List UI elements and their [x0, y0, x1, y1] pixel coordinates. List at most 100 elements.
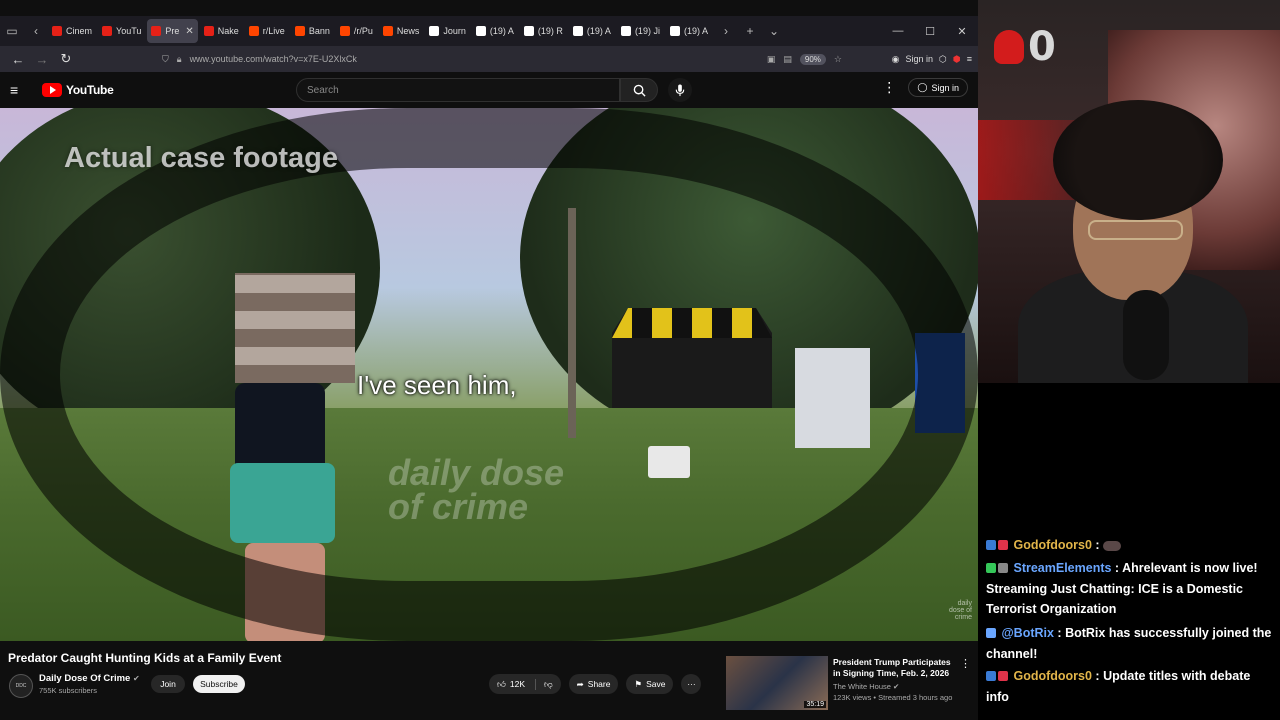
address-bar[interactable]: ⛉ 🔒︎ www.youtube.com/watch?v=x7E-U2XlxCk…	[162, 49, 842, 69]
bookmark-icon: ⚑	[634, 678, 643, 689]
search-button[interactable]	[620, 78, 658, 102]
picture-icon[interactable]: ▣	[767, 54, 776, 65]
forward-icon[interactable]: →	[30, 48, 54, 70]
tab-favicon-icon	[203, 26, 214, 36]
stream-chat: Godofdoors0 : StreamElements : Ahrelevan…	[978, 383, 1280, 720]
browser-sign-in[interactable]: Sign in	[905, 54, 933, 64]
tab-label: Pre	[165, 26, 180, 36]
streamer-hair	[1053, 100, 1223, 220]
tab-favicon-icon	[102, 26, 113, 36]
guide-menu-icon[interactable]: ≡	[10, 82, 30, 98]
chat-message: Godofdoors0 : Update titles with debate …	[986, 669, 1251, 704]
chat-badge-icon	[998, 563, 1008, 573]
chat-username[interactable]: StreamElements	[1013, 561, 1111, 575]
youtube-logo[interactable]: YouTube	[42, 83, 114, 97]
channel-name-text[interactable]: Daily Dose Of Crime	[39, 673, 130, 684]
browser-tab[interactable]: (19) R	[520, 19, 567, 43]
chat-username[interactable]: Godofdoors0	[1013, 538, 1091, 552]
search-input[interactable]: Search	[296, 78, 620, 102]
subscribe-button[interactable]: Subscribe	[193, 675, 245, 693]
maximize-icon[interactable]: ☐	[914, 19, 946, 43]
tab-favicon-icon	[339, 26, 350, 36]
extensions-icon[interactable]: ⬡	[939, 54, 947, 65]
back-icon[interactable]: ←	[6, 48, 30, 70]
more-actions-button[interactable]: ···	[681, 674, 702, 694]
voice-search-button[interactable]	[668, 78, 692, 102]
microphone	[1123, 290, 1169, 380]
browser-tab[interactable]: r/Live	[245, 19, 289, 43]
browser-tab[interactable]: /r/Pu	[336, 19, 377, 43]
save-button[interactable]: ⚑ Save	[626, 674, 674, 694]
shield-icon[interactable]: ⛉	[162, 54, 169, 65]
recommended-channel-text[interactable]: The White House	[833, 682, 891, 691]
video-tent-stripes	[612, 308, 772, 338]
person-shorts	[230, 463, 335, 543]
browser-tab[interactable]: Pre ✕	[147, 19, 198, 43]
recommended-menu-icon[interactable]: ⋮	[960, 657, 971, 670]
minimize-icon[interactable]: —	[882, 19, 914, 43]
lock-icon[interactable]: 🔒︎	[177, 54, 182, 65]
channel-name[interactable]: Daily Dose Of Crime ✔	[39, 673, 140, 684]
video-tent-blue	[915, 333, 965, 433]
browser-tab[interactable]: (19) A	[472, 19, 518, 43]
browser-tab[interactable]: Cinem	[48, 19, 96, 43]
tab-favicon-icon	[248, 26, 259, 36]
tab-scroll-right-icon[interactable]: ›	[714, 19, 738, 43]
reader-icon[interactable]: ▤	[783, 54, 792, 65]
recommended-meta: 123K views • Streamed 3 hours ago	[833, 693, 953, 702]
zoom-level[interactable]: 90%	[799, 53, 826, 65]
browser-tab[interactable]: Bann	[291, 19, 334, 43]
browser-tab[interactable]: (19) A	[666, 19, 712, 43]
browser-tab[interactable]: Nake	[200, 19, 243, 43]
browser-window: ▭ ‹ Cinem YouTu Pre ✕ Nake r/Live Bann/r/Pu New…	[0, 0, 978, 720]
thumbs-up-icon: 👍︎	[497, 678, 506, 689]
video-details: Predator Caught Hunting Kids at a Family…	[0, 641, 978, 720]
chat-badges	[986, 536, 1010, 556]
chat-badge-icon	[986, 671, 996, 681]
share-icon: ➦	[576, 678, 584, 689]
recommended-channel[interactable]: The White House ✔	[833, 682, 899, 691]
video-pole	[568, 208, 576, 438]
tab-bar: ▭ ‹ Cinem YouTu Pre ✕ Nake r/Live Bann/r/Pu New…	[0, 16, 978, 46]
reload-icon[interactable]: ↻	[54, 48, 78, 70]
close-window-icon[interactable]: ✕	[946, 19, 978, 43]
webcam-overlay: 0	[978, 0, 1280, 383]
bookmark-star-icon[interactable]: ☆	[834, 54, 842, 65]
like-button[interactable]: 👍︎ 12K 👎︎	[489, 674, 561, 694]
tab-close-icon[interactable]: ✕	[185, 26, 193, 37]
tab-list-dropdown-icon[interactable]: ⌄	[762, 19, 786, 43]
chat-username[interactable]: @BotRix	[1001, 626, 1053, 640]
tab-overview-icon[interactable]: ▭	[0, 19, 24, 43]
navigation-bar: ← → ↻ ⛉ 🔒︎ www.youtube.com/watch?v=x7E-U…	[0, 46, 978, 72]
ribbon-icon	[994, 30, 1024, 64]
channel-avatar[interactable]: DDC	[9, 674, 33, 698]
youtube-play-icon	[42, 83, 62, 97]
tab-label: YouTu	[116, 26, 142, 36]
account-icon[interactable]: ◉	[892, 54, 900, 65]
browser-tab[interactable]: News	[379, 19, 424, 43]
browser-tab[interactable]: (19) A	[569, 19, 615, 43]
youtube-sign-in-button[interactable]: ◯ Sign in	[908, 78, 968, 97]
tab-scroll-left-icon[interactable]: ‹	[24, 19, 48, 43]
counter-value: 0	[1028, 24, 1056, 70]
chat-username[interactable]: Godofdoors0	[1013, 669, 1091, 683]
video-player[interactable]: Actual case footage I've seen him, daily…	[0, 108, 978, 641]
browser-tab[interactable]: (19) Ji	[617, 19, 664, 43]
browser-tab[interactable]: Journ	[425, 19, 470, 43]
settings-kebab-icon[interactable]: ⋮	[882, 79, 896, 96]
recommended-duration: 35:19	[804, 701, 826, 708]
chat-badge-icon	[986, 563, 996, 573]
join-button[interactable]: Join	[151, 675, 185, 693]
recommended-title[interactable]: President Trump Participates in Signing …	[833, 657, 958, 679]
url-text[interactable]: www.youtube.com/watch?v=x7E-U2XlxCk	[190, 54, 357, 64]
recommended-thumbnail[interactable]: 35:19	[726, 656, 828, 710]
tab-label: News	[396, 26, 420, 36]
ublock-icon[interactable]: ⬢	[953, 54, 961, 65]
share-button[interactable]: ➦ Share	[568, 674, 619, 694]
tab-favicon-icon	[669, 26, 680, 36]
browser-tab[interactable]: YouTu	[98, 19, 145, 43]
tab-label: (19) A	[683, 26, 708, 36]
thumbs-down-icon[interactable]: 👎︎	[535, 678, 553, 690]
new-tab-icon[interactable]: +	[738, 19, 762, 43]
menu-icon[interactable]: ≡	[967, 54, 972, 64]
